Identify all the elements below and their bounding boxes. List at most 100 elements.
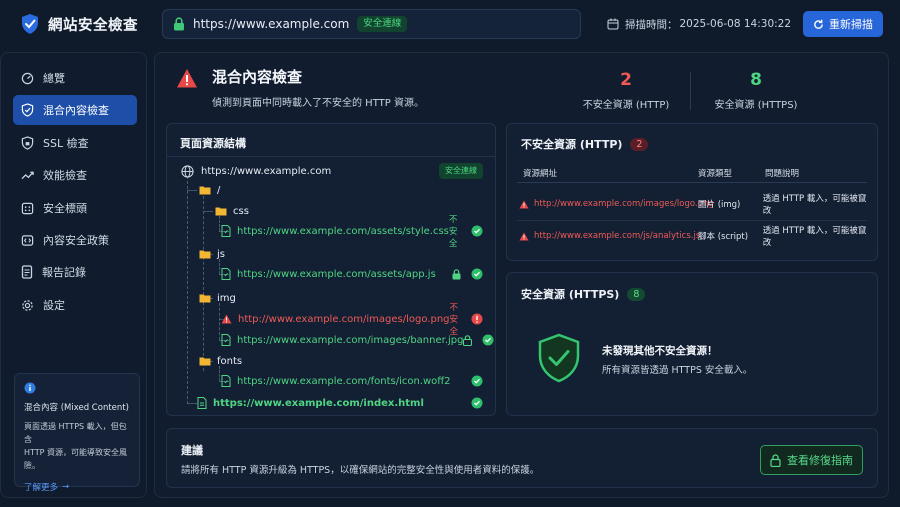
tree-line: [187, 176, 188, 404]
tree-folder-root[interactable]: /: [199, 182, 220, 198]
view-fix-guide-button[interactable]: 查看修復指南: [760, 445, 863, 475]
shield-check-icon: [537, 333, 581, 383]
table-cell-type: 圖片 (img): [698, 200, 741, 210]
tree-folder-label: img: [217, 292, 236, 304]
page-title: 混合內容檢查: [212, 68, 303, 86]
tree-folder-label: js: [217, 248, 225, 260]
tree-branch: [187, 403, 197, 404]
tree-folder-label: css: [233, 205, 249, 217]
tree-file-banner-jpg[interactable]: https://www.example.com/images/banner.jp…: [221, 332, 494, 348]
learn-more-link[interactable]: 了解更多 →: [24, 481, 130, 493]
sidebar-item-label: 報告記錄: [42, 266, 86, 279]
sidebar-item-settings[interactable]: 設定: [13, 290, 137, 320]
tree-file-url: https://www.example.com/assets/app.js: [237, 268, 436, 280]
resource-tree-card: 頁面資源結構 https://www.example.com 安全連線 / cs…: [166, 123, 496, 416]
secure-label: 安全資源 (HTTPS): [714, 100, 798, 111]
check-circle-icon: [471, 397, 483, 409]
warning-icon: [221, 314, 232, 324]
sidebar-item-reports[interactable]: 報告記錄: [13, 257, 137, 287]
calendar-icon: [607, 18, 619, 30]
sidebar-item-label: SSL 檢查: [43, 137, 89, 150]
connection-status-badge: 安全連線: [357, 16, 408, 32]
table-cell-url: http://www.example.com/images/logo.png: [534, 199, 714, 209]
info-text-line: HTTP 資源，可能導致安全風險。: [24, 448, 128, 470]
policy-icon: [21, 234, 34, 247]
folder-icon: [199, 356, 211, 366]
column-header-url: 資源網址: [523, 169, 558, 179]
url-text: https://www.example.com: [193, 17, 350, 31]
tree-file-url: https://www.example.com/assets/style.css: [237, 225, 449, 237]
dashboard-icon: [21, 72, 34, 85]
tree-folder-css[interactable]: css: [215, 203, 249, 219]
tree-file-url: https://www.example.com/images/banner.jp…: [237, 334, 464, 346]
tree-file-index-html[interactable]: https://www.example.com/index.html: [197, 395, 483, 411]
insecure-card-header: 不安全資源 (HTTP) 2: [521, 136, 649, 152]
tree-root-badge: 安全連線: [439, 163, 483, 179]
file-icon: [221, 334, 231, 346]
app-brand: 網站安全檢查: [20, 12, 138, 36]
tree-file-app-js[interactable]: https://www.example.com/assets/app.js: [221, 266, 483, 282]
lock-icon: [452, 268, 461, 280]
file-icon: [221, 375, 231, 387]
tree-file-style-css[interactable]: https://www.example.com/assets/style.css…: [221, 215, 483, 249]
tree-line: [203, 196, 204, 371]
tree-folder-label: /: [217, 184, 221, 196]
file-icon: [197, 397, 207, 409]
sidebar-item-label: 總覽: [43, 72, 65, 85]
tree-file-icon-woff2[interactable]: https://www.example.com/fonts/icon.woff2: [221, 373, 483, 389]
tree-file-logo-png[interactable]: http://www.example.com/images/logo.png 不…: [221, 303, 483, 337]
sidebar-item-ssl[interactable]: SSL 檢查: [13, 128, 137, 158]
tree-file-url: https://www.example.com/fonts/icon.woff2: [237, 375, 451, 387]
check-circle-icon: [482, 334, 494, 346]
tree-root[interactable]: https://www.example.com 安全連線: [181, 163, 483, 179]
secure-stat: 8 安全資源 (HTTPS): [710, 70, 802, 111]
error-circle-icon: [471, 313, 483, 325]
learn-more-label: 了解更多: [24, 483, 59, 493]
table-cell-url: http://www.example.com/js/analytics.js: [534, 231, 701, 241]
lock-icon: [463, 334, 473, 346]
column-header-type: 資源類型: [698, 169, 733, 179]
refresh-icon: [813, 19, 824, 30]
table-row[interactable]: http://www.example.com/images/logo.png 圖…: [519, 194, 871, 216]
tree-branch: [203, 211, 213, 212]
warning-icon: [176, 68, 198, 89]
sidebar-item-overview[interactable]: 總覽: [13, 63, 137, 93]
table-cell-issue: 透過 HTTP 載入，可能被竄改: [762, 194, 867, 216]
check-circle-icon: [471, 375, 483, 387]
file-icon: [221, 225, 231, 237]
folder-icon: [199, 293, 211, 303]
sidebar-item-mixed-content[interactable]: 混合內容檢查: [13, 95, 137, 125]
sidebar-item-performance[interactable]: 效能檢查: [13, 160, 137, 190]
tree-folder-img[interactable]: img: [199, 290, 236, 306]
folder-icon: [199, 185, 211, 195]
rescan-button[interactable]: 重新掃描: [803, 11, 883, 37]
info-text-line: 頁面透過 HTTPS 載入，但包含: [24, 422, 127, 444]
folder-icon: [199, 249, 211, 259]
view-fix-guide-label: 查看修復指南: [787, 454, 853, 467]
insecure-stat: 2 不安全資源 (HTTP): [580, 70, 672, 111]
app-title: 網站安全檢查: [48, 17, 138, 34]
info-title: 混合內容 (Mixed Content): [24, 403, 129, 413]
url-bar[interactable]: https://www.example.com 安全連線: [162, 9, 581, 39]
sidebar-item-label: 設定: [43, 299, 65, 312]
sidebar-item-label: 安全標頭: [43, 202, 87, 215]
sidebar-item-csp[interactable]: 內容安全政策: [13, 225, 137, 255]
insecure-label: 不安全資源 (HTTP): [582, 100, 670, 111]
lock-icon: [770, 453, 781, 467]
insecure-card-title: 不安全資源 (HTTP): [521, 138, 623, 151]
tree-folder-fonts[interactable]: fonts: [199, 353, 242, 369]
sidebar: 總覽 混合內容檢查 SSL 檢查 效能檢查 安全標頭 內容安全政策 報告記錄 設…: [0, 52, 147, 498]
table-row[interactable]: http://www.example.com/js/analytics.js 腳…: [519, 226, 871, 248]
sidebar-item-security-headers[interactable]: 安全標頭: [13, 193, 137, 223]
secure-heading: 未發現其他不安全資源！: [602, 345, 718, 357]
sidebar-item-label: 混合內容檢查: [43, 104, 109, 117]
header-icon: [21, 202, 34, 215]
tree-folder-js[interactable]: js: [199, 246, 225, 262]
tree-root-url: https://www.example.com: [201, 165, 332, 177]
tree-file-status: 不安全: [448, 215, 458, 249]
report-icon: [21, 265, 33, 279]
insecure-count-badge: 2: [630, 137, 649, 151]
sidebar-item-label: 內容安全政策: [43, 234, 109, 247]
globe-icon: [181, 164, 194, 178]
sidebar-item-label: 效能檢查: [43, 169, 87, 182]
